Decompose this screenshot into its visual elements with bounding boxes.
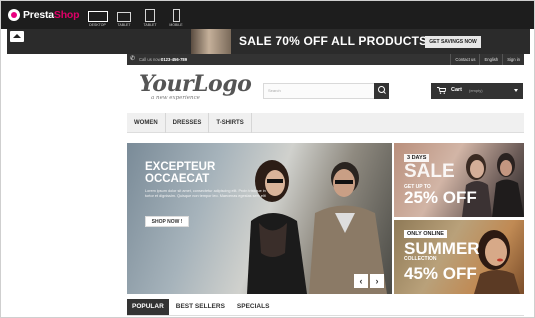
menu-item-dresses[interactable]: DRESSES bbox=[166, 113, 210, 133]
main-menu: WOMEN DRESSES T-SHIRTS bbox=[127, 113, 524, 133]
collapse-button[interactable] bbox=[10, 31, 24, 42]
banner2-discount: 45% OFF bbox=[404, 264, 477, 283]
device-label: DESKTOP bbox=[89, 23, 106, 27]
tabs-divider bbox=[127, 315, 524, 316]
banner2-subline: COLLECTION bbox=[404, 256, 437, 262]
phone-number: 0123-456-789 bbox=[161, 57, 188, 62]
hero-title-line1: EXCEPTEUR bbox=[145, 161, 216, 173]
language-selector[interactable]: English bbox=[479, 54, 502, 65]
search-button[interactable] bbox=[374, 83, 389, 99]
menu-item-women[interactable]: WOMEN bbox=[127, 113, 166, 133]
tab-specials[interactable]: SPECIALS bbox=[232, 299, 275, 315]
editor-toolbar: PrestaShop DESKTOP TABLET TABLET MOBILE bbox=[1, 1, 534, 29]
tab-popular[interactable]: POPULAR bbox=[127, 299, 169, 315]
promo-text: SALE 70% OFF ALL PRODUCTS bbox=[239, 34, 428, 48]
menu-item-tshirts[interactable]: T-SHIRTS bbox=[209, 113, 252, 133]
summer-banner[interactable]: ONLY ONLINE SUMMER COLLECTION 45% OFF bbox=[394, 220, 524, 294]
sign-in-link[interactable]: Sign in bbox=[502, 54, 524, 65]
tablet-portrait-icon bbox=[145, 9, 155, 22]
promo-photo bbox=[191, 29, 231, 54]
contact-us-link[interactable]: Contact us bbox=[450, 54, 479, 65]
prestashop-brand: PrestaShop bbox=[23, 9, 80, 21]
call-label: Call us now: bbox=[139, 57, 162, 62]
shop-now-button[interactable]: SHOP NOW ! bbox=[145, 216, 189, 227]
promo-cta-button[interactable]: GET SAVINGS NOW bbox=[425, 36, 481, 48]
banner2-tag: ONLY ONLINE bbox=[404, 230, 447, 238]
hero-title-line2: OCCAECAT bbox=[145, 173, 210, 185]
device-label: MOBILE bbox=[169, 23, 183, 27]
search-input[interactable]: Search bbox=[268, 88, 281, 93]
cart-label: Cart bbox=[451, 87, 463, 93]
sale-banner[interactable]: 3 DAYS SALE GET UP TO 25% OFF bbox=[394, 143, 524, 217]
mobile-icon bbox=[172, 9, 180, 22]
brand-accent: Shop bbox=[53, 9, 80, 21]
banner1-discount: 25% OFF bbox=[404, 188, 477, 207]
device-tablet-landscape-button[interactable]: TABLET bbox=[112, 1, 136, 29]
top-nav: ✆ Call us now: 0123-456-789 Contact us E… bbox=[127, 54, 524, 65]
search-box[interactable]: Search bbox=[263, 83, 389, 99]
cart-count: (empty) bbox=[469, 88, 483, 93]
promo-banner[interactable]: SALE 70% OFF ALL PRODUCTS GET SAVINGS NO… bbox=[7, 29, 530, 54]
hero-models-image bbox=[247, 160, 387, 294]
cart-icon bbox=[437, 87, 446, 94]
banner1-headline: SALE bbox=[404, 161, 455, 182]
hero-description: Lorem ipsum dolor sit amet, consectetur … bbox=[145, 189, 266, 198]
top-nav-links: Contact us English Sign in bbox=[450, 54, 524, 65]
slider-prev-button[interactable]: ‹ bbox=[354, 274, 368, 288]
chevron-down-icon bbox=[514, 89, 518, 92]
device-desktop-button[interactable]: DESKTOP bbox=[85, 1, 110, 29]
tablet-landscape-icon bbox=[117, 12, 131, 22]
phone-icon: ✆ bbox=[130, 56, 136, 62]
device-label: TABLET bbox=[143, 23, 157, 27]
device-tablet-portrait-button[interactable]: TABLET bbox=[138, 1, 162, 29]
cart-button[interactable]: Cart (empty) bbox=[431, 83, 523, 99]
hero-slider[interactable]: EXCEPTEUR OCCAECAT Lorem ipsum dolor sit… bbox=[127, 143, 392, 294]
hero-title: EXCEPTEUR OCCAECAT bbox=[145, 161, 215, 185]
prestashop-badge-icon bbox=[8, 9, 20, 21]
desktop-icon bbox=[87, 11, 108, 22]
device-mobile-button[interactable]: MOBILE bbox=[164, 1, 188, 29]
tab-best-sellers[interactable]: BEST SELLERS bbox=[171, 299, 230, 315]
slider-next-button[interactable]: › bbox=[370, 274, 384, 288]
page-frame: PrestaShop DESKTOP TABLET TABLET MOBILE … bbox=[0, 0, 535, 318]
brand-main: Presta bbox=[23, 9, 54, 21]
device-label: TABLET bbox=[117, 23, 131, 27]
shop-tagline: a new experience bbox=[151, 95, 200, 101]
shop-logo[interactable]: YourLogo bbox=[139, 71, 252, 97]
prestashop-logo[interactable]: PrestaShop bbox=[1, 1, 85, 29]
